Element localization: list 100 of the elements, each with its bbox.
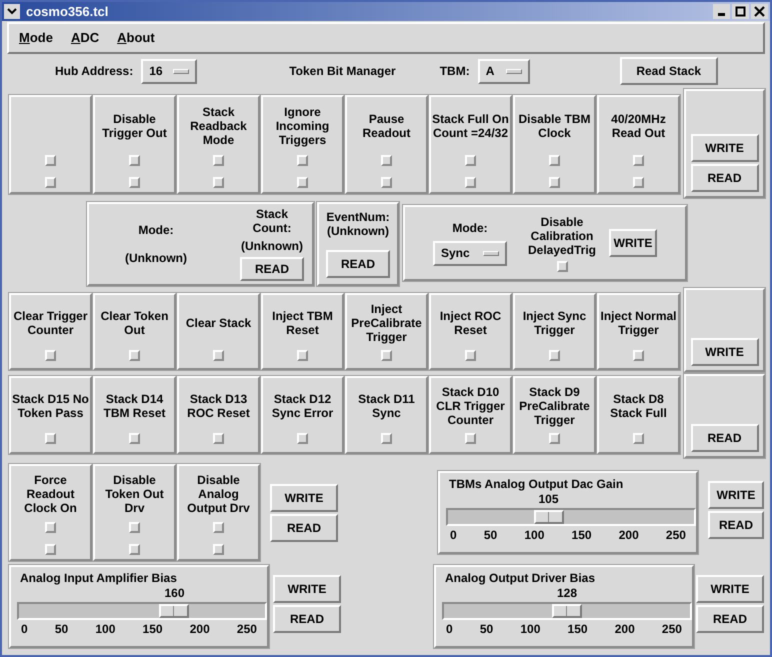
option-menu[interactable]: Sync bbox=[433, 240, 507, 266]
slider-thumb[interactable] bbox=[158, 604, 189, 618]
option-label: Pause Readout bbox=[362, 112, 412, 140]
command-button[interactable]: READ bbox=[690, 424, 758, 452]
command-button[interactable]: WRITE bbox=[273, 575, 341, 603]
option-label: Ignore Incoming Triggers bbox=[274, 105, 330, 147]
slider-track[interactable] bbox=[442, 602, 692, 620]
checkbox[interactable] bbox=[633, 155, 644, 166]
mode-value: (Unknown) bbox=[125, 251, 187, 265]
window-title: cosmo356.tcl bbox=[26, 2, 108, 21]
checkbox[interactable] bbox=[549, 350, 560, 361]
checkbox[interactable] bbox=[465, 177, 476, 188]
checkbox[interactable] bbox=[381, 155, 392, 166]
option-label: Stack Readback Mode bbox=[189, 105, 248, 147]
checkbox[interactable] bbox=[549, 177, 560, 188]
command-button[interactable]: READ bbox=[326, 250, 390, 278]
command-button[interactable]: WRITE bbox=[690, 338, 758, 366]
tick-label: 250 bbox=[236, 622, 257, 637]
option-label: Inject ROC Reset bbox=[438, 308, 502, 336]
option-label: Inject Normal Trigger bbox=[599, 308, 678, 336]
checkbox[interactable] bbox=[549, 155, 560, 166]
checkbox[interactable] bbox=[556, 260, 568, 272]
checkbox[interactable] bbox=[381, 433, 392, 444]
close-icon[interactable] bbox=[751, 4, 768, 19]
slider-thumb[interactable] bbox=[552, 604, 582, 618]
checkbox[interactable] bbox=[465, 350, 476, 361]
checkbox[interactable] bbox=[129, 522, 140, 533]
section-title: Token Bit Manager bbox=[289, 64, 396, 78]
option-label: Disable TBM Clock bbox=[517, 112, 592, 140]
checkbox[interactable] bbox=[213, 433, 224, 444]
option-label: Stack D14 TBM Reset bbox=[102, 392, 166, 420]
option-label: Inject Sync Trigger bbox=[522, 308, 588, 336]
checkbox[interactable] bbox=[297, 177, 308, 188]
option-label: Force Readout Clock On bbox=[23, 473, 78, 515]
menu-item[interactable]: About bbox=[111, 28, 161, 48]
checkbox[interactable] bbox=[297, 350, 308, 361]
checkbox[interactable] bbox=[297, 155, 308, 166]
tick-label: 50 bbox=[484, 528, 498, 543]
menu-indicator-icon bbox=[506, 68, 522, 74]
command-button[interactable]: READ bbox=[708, 511, 764, 539]
minimize-icon[interactable] bbox=[713, 4, 730, 19]
mode-label: Mode: bbox=[452, 220, 488, 234]
option-label: Inject TBM Reset bbox=[271, 308, 334, 336]
checkbox[interactable] bbox=[45, 177, 56, 188]
checkbox[interactable] bbox=[213, 544, 224, 555]
option-menu[interactable]: A bbox=[478, 58, 530, 84]
option-label: Clear Stack bbox=[184, 316, 252, 330]
command-button[interactable]: WRITE bbox=[690, 134, 758, 162]
checkbox[interactable] bbox=[213, 522, 224, 533]
hub-address-label: Hub Address: bbox=[55, 64, 134, 78]
command-button[interactable]: READ bbox=[240, 257, 304, 281]
menu-item[interactable]: Mode bbox=[13, 28, 59, 48]
checkbox[interactable] bbox=[213, 350, 224, 361]
command-button[interactable]: WRITE bbox=[609, 229, 657, 257]
slider-track[interactable] bbox=[17, 602, 267, 620]
checkbox[interactable] bbox=[549, 433, 560, 444]
checkbox[interactable] bbox=[381, 177, 392, 188]
checkbox[interactable] bbox=[129, 544, 140, 555]
checkbox[interactable] bbox=[465, 155, 476, 166]
checkbox[interactable] bbox=[465, 433, 476, 444]
command-button[interactable]: READ bbox=[696, 605, 764, 633]
tick-label: 250 bbox=[662, 622, 682, 637]
option-label: Clear Trigger Counter bbox=[12, 308, 89, 336]
menu-indicator-icon bbox=[173, 68, 190, 74]
checkbox[interactable] bbox=[633, 433, 644, 444]
command-button[interactable]: READ bbox=[270, 514, 338, 542]
menu-item[interactable]: ADC bbox=[64, 28, 106, 48]
checkbox[interactable] bbox=[129, 350, 140, 361]
tick-label: 0 bbox=[450, 528, 457, 543]
option-label: Disable Trigger Out bbox=[101, 112, 168, 140]
command-button[interactable]: WRITE bbox=[696, 575, 764, 603]
command-button[interactable]: READ bbox=[273, 605, 341, 633]
checkbox[interactable] bbox=[129, 433, 140, 444]
slider-track[interactable] bbox=[446, 508, 696, 526]
option-label: Inject PreCalibrate Trigger bbox=[350, 302, 423, 344]
checkbox[interactable] bbox=[633, 350, 644, 361]
read-stack-button[interactable]: Read Stack bbox=[620, 57, 718, 85]
checkbox[interactable] bbox=[129, 155, 140, 166]
checkbox[interactable] bbox=[129, 177, 140, 188]
checkbox[interactable] bbox=[381, 350, 392, 361]
option-menu[interactable]: 16 bbox=[141, 58, 198, 84]
checkbox[interactable] bbox=[45, 544, 56, 555]
option-label: Clear Token Out bbox=[100, 308, 170, 336]
window-menu-icon[interactable] bbox=[4, 4, 20, 19]
checkbox[interactable] bbox=[45, 433, 56, 444]
command-button[interactable]: WRITE bbox=[270, 484, 338, 512]
checkbox[interactable] bbox=[633, 177, 644, 188]
checkbox[interactable] bbox=[213, 177, 224, 188]
checkbox[interactable] bbox=[297, 433, 308, 444]
option-label: Stack D11 Sync bbox=[357, 392, 416, 420]
checkbox[interactable] bbox=[45, 350, 56, 361]
maximize-icon[interactable] bbox=[732, 4, 749, 19]
slider-thumb[interactable] bbox=[534, 510, 564, 524]
tick-label: 100 bbox=[520, 622, 540, 637]
command-button[interactable]: WRITE bbox=[708, 481, 764, 509]
checkbox[interactable] bbox=[45, 155, 56, 166]
checkbox[interactable] bbox=[213, 155, 224, 166]
option-label: Stack D13 ROC Reset bbox=[186, 392, 251, 420]
command-button[interactable]: READ bbox=[690, 164, 758, 192]
checkbox[interactable] bbox=[45, 522, 56, 533]
